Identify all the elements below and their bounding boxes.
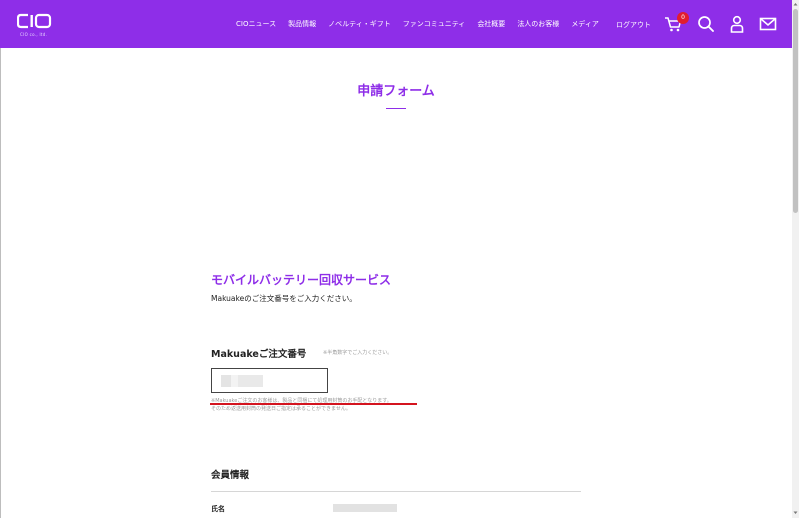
- order-note-line2: そのため返送用封筒の発送日ご指定は承ることができません。: [211, 406, 351, 412]
- user-icon[interactable]: [727, 14, 747, 34]
- nav-media[interactable]: メディア: [571, 19, 599, 29]
- mail-icon[interactable]: [758, 14, 778, 34]
- order-number-input[interactable]: [211, 368, 328, 393]
- logo-subtitle: CIO co., ltd.: [20, 32, 48, 37]
- name-label: 氏名: [211, 505, 225, 513]
- search-icon[interactable]: [696, 14, 716, 34]
- nav-fan-community[interactable]: ファンコミュニティ: [403, 19, 466, 29]
- title-underline: [386, 108, 406, 109]
- scrollbar-thumb[interactable]: [793, 9, 798, 213]
- redacted-name-value: [333, 504, 397, 512]
- nav-company[interactable]: 会社概要: [477, 19, 505, 29]
- order-number-hint: ※半角数字でご入力ください。: [323, 350, 393, 356]
- nav-products[interactable]: 製品情報: [288, 19, 316, 29]
- section-description: Makuakeのご注文番号をご入力ください。: [211, 294, 357, 303]
- cart-count-badge: 0: [677, 12, 689, 24]
- section-title: モバイルバッテリー回収サービス: [211, 273, 392, 287]
- redacted-input-value: [221, 375, 263, 387]
- nav-novelty-gift[interactable]: ノベルティ・ギフト: [328, 19, 391, 29]
- scroll-down-arrow-icon[interactable]: [792, 509, 799, 517]
- main-nav: CIOニュース 製品情報 ノベルティ・ギフト ファンコミュニティ 会社概要 法人…: [236, 0, 611, 48]
- logout-link[interactable]: ログアウト: [616, 20, 651, 30]
- section-divider: [211, 491, 581, 492]
- page-title: 申請フォーム: [357, 84, 435, 99]
- nav-cio-news[interactable]: CIOニュース: [236, 19, 276, 29]
- order-number-label: Makuakeご注文番号: [211, 349, 307, 360]
- site-header: CIO co., ltd. CIOニュース 製品情報 ノベルティ・ギフト ファン…: [0, 0, 792, 48]
- scroll-up-arrow-icon[interactable]: [792, 0, 799, 8]
- nav-business[interactable]: 法人のお客様: [517, 19, 559, 29]
- member-info-heading: 会員情報: [211, 470, 250, 481]
- window-frame-left: [0, 0, 1, 518]
